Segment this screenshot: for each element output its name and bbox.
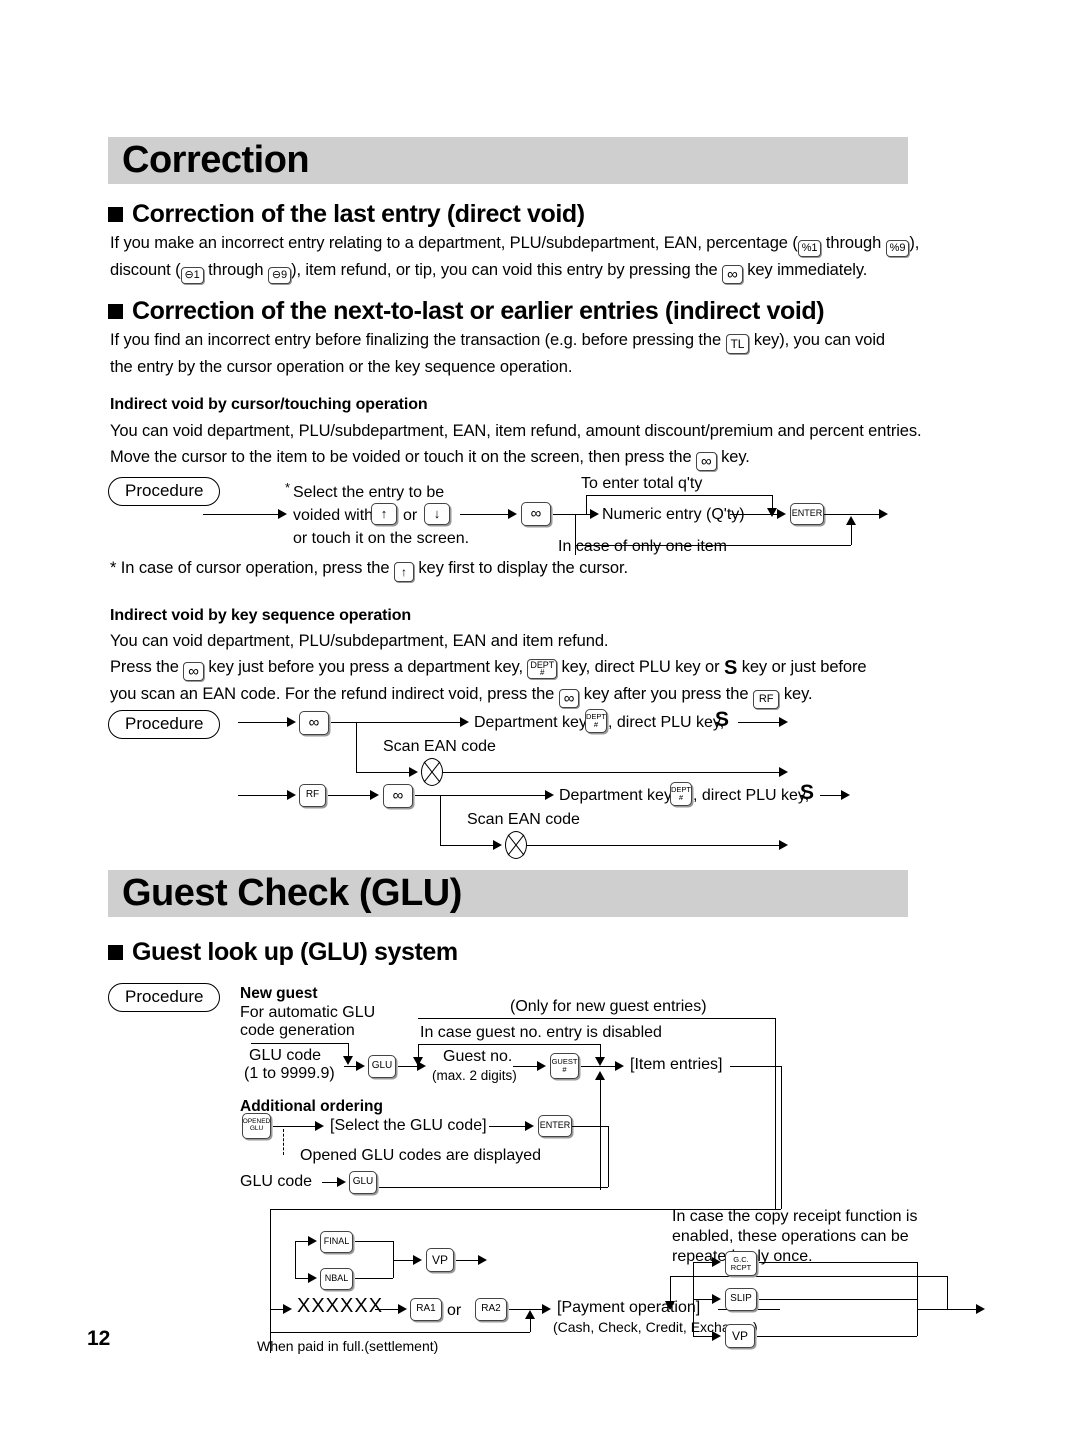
glu-ra-or: or xyxy=(447,1302,462,1319)
glu-paid-in-full: When paid in full.(settlement) xyxy=(257,1338,439,1354)
glu-enter-merge-h xyxy=(582,1187,608,1188)
glu-auto-line2: code generation xyxy=(240,1022,355,1039)
guest-number-key-diagram: GUEST # xyxy=(550,1053,579,1079)
glu-xxxx-to-ra-head xyxy=(398,1304,407,1314)
ra2-key-diagram: RA2 xyxy=(475,1298,507,1321)
glu-opened-to-select xyxy=(273,1126,321,1127)
ra1-key-diagram: RA1 xyxy=(410,1298,442,1321)
glu-vp-out-head xyxy=(478,1255,487,1265)
slip-key-diagram: SLIP xyxy=(725,1288,757,1311)
glu-guest-no-line2: (max. 2 digits) xyxy=(432,1068,517,1083)
vp-key-diagram-2: VP xyxy=(725,1324,755,1348)
glu-opened-displayed: Opened GLU codes are displayed xyxy=(300,1147,542,1164)
glu-disabled-top-h xyxy=(418,1044,600,1045)
glu-guestno-to-key-head xyxy=(537,1061,546,1071)
glu-to-nbal-head xyxy=(308,1273,317,1283)
glu-final-out-h xyxy=(917,1309,982,1310)
gc-rcpt-key-diagram: G.C. RCPT xyxy=(725,1251,757,1276)
glu-only-new-h xyxy=(418,1018,775,1019)
ra1-key-label: RA1 xyxy=(416,1303,436,1315)
glu-gc-out xyxy=(759,1262,917,1263)
glu-disabled-left-head xyxy=(413,1057,423,1066)
glu-only-new-right-v xyxy=(775,1018,776,1209)
glu-ra-out-head xyxy=(542,1304,551,1314)
glu-plain-out xyxy=(379,1187,582,1188)
glu-to-item-head xyxy=(615,1061,624,1071)
final-key-diagram: FINAL xyxy=(320,1231,353,1253)
vp-key-diagram-1: VP xyxy=(426,1248,454,1272)
glu-to-gc-head xyxy=(712,1257,721,1267)
diagram-glu: New guest For automatic GLU code generat… xyxy=(0,0,1080,1454)
glu-copy-line1: In case the copy receipt function is xyxy=(672,1208,918,1225)
glu-to-xxxx-head xyxy=(283,1304,292,1314)
gc-rcpt-bottom: RCPT xyxy=(730,1262,752,1272)
opened-glu-key-bottom: GLU xyxy=(249,1125,264,1132)
glu-key-diagram-label: GLU xyxy=(371,1060,393,1072)
opened-glu-key-diagram: OPENED GLU xyxy=(242,1113,271,1139)
glu-copy-line2: enabled, these operations can be xyxy=(672,1228,909,1245)
glu-code-line2: (1 to 9999.9) xyxy=(244,1065,335,1082)
glu-to-glukey-head xyxy=(356,1061,365,1071)
slip-key-label: SLIP xyxy=(730,1293,752,1305)
glu-disabled-right-head xyxy=(595,1057,605,1066)
nbal-key-label: NBAL xyxy=(324,1273,349,1284)
glu-key-diagram-2: GLU xyxy=(349,1171,377,1194)
glu-fn-to-vp-head xyxy=(413,1255,422,1265)
glu-paidfull-head xyxy=(525,1310,535,1319)
glu-payment: [Payment operation] xyxy=(557,1299,701,1316)
glu-slip-out xyxy=(759,1299,917,1300)
vp-key-1-label: VP xyxy=(431,1252,448,1267)
glu-auto-line1: For automatic GLU xyxy=(240,1004,376,1021)
glu-copy-trunk-head xyxy=(665,1301,675,1310)
glu-item-return-v xyxy=(600,1078,601,1190)
vp-key-2-label: VP xyxy=(731,1328,748,1343)
glu-xxxxxx: XXXXXX xyxy=(297,1295,384,1317)
glu-new-guest-label: New guest xyxy=(240,985,318,1002)
glu-opened-to-select-head xyxy=(315,1121,324,1131)
manual-page: Correction Correction of the last entry … xyxy=(0,0,1080,1454)
glu-to-final-head xyxy=(308,1236,317,1246)
guest-key-bottom: # xyxy=(562,1065,567,1074)
glu-code-line1: GLU code xyxy=(249,1047,322,1064)
ra2-key-label: RA2 xyxy=(481,1303,501,1315)
glu-to-slip-head xyxy=(712,1294,721,1304)
page-number: 12 xyxy=(87,1327,111,1350)
glu-final-out-head xyxy=(976,1304,985,1314)
glu-final-branch-v xyxy=(295,1241,296,1278)
glu-final-merge-h xyxy=(355,1241,393,1242)
glu-copy-trunk-right-v xyxy=(947,1276,948,1309)
enter-key-glu: ENTER xyxy=(538,1115,572,1137)
glu-select-glu: [Select the GLU code] xyxy=(330,1117,487,1134)
final-key-label: FINAL xyxy=(323,1236,350,1247)
glu-vp2-out xyxy=(757,1336,917,1337)
glu-paidfull-h xyxy=(270,1332,530,1333)
glu-auto-elbow-h xyxy=(251,1043,348,1044)
glu-key-diagram: GLU xyxy=(368,1055,396,1078)
glu-nbal-merge-h xyxy=(355,1278,393,1279)
glu-auto-elbow-head xyxy=(343,1056,353,1065)
glu-dashed-line xyxy=(283,1129,284,1155)
glu-plain-head xyxy=(337,1177,346,1187)
glu-enter-out-h xyxy=(572,1126,608,1127)
glu-only-new-label: (Only for new guest entries) xyxy=(510,998,707,1015)
glu-select-to-enter-head xyxy=(525,1121,534,1131)
glu-key-diagram-2-label: GLU xyxy=(352,1176,374,1188)
glu-enter-out-v xyxy=(608,1126,609,1187)
glu-item-out-h xyxy=(730,1066,781,1067)
glu-item-out-v xyxy=(781,1066,782,1209)
glu-copy-trunk-top xyxy=(670,1276,947,1277)
glu-code-plain: GLU code xyxy=(240,1173,313,1190)
glu-to-vp2-head xyxy=(712,1331,721,1341)
glu-3key-right-v xyxy=(917,1262,918,1336)
glu-guest-no-line1: Guest no. xyxy=(443,1048,513,1065)
enter-key-glu-label: ENTER xyxy=(539,1120,571,1131)
glu-item-return-head xyxy=(595,1071,605,1080)
glu-item-entries: [Item entries] xyxy=(630,1056,723,1073)
nbal-key-diagram: NBAL xyxy=(320,1268,353,1290)
glu-disabled-label: In case guest no. entry is disabled xyxy=(420,1024,662,1041)
